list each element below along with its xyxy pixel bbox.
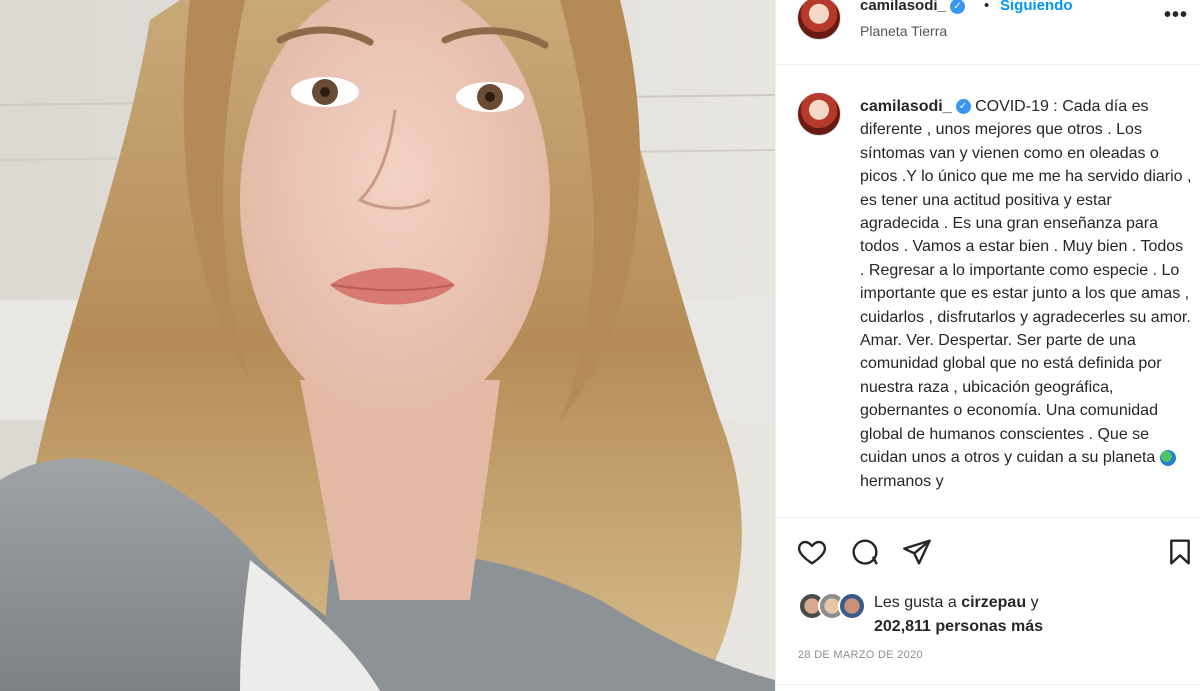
post-image-illustration bbox=[0, 0, 775, 691]
post-photo[interactable] bbox=[0, 0, 775, 691]
post-actions-bar bbox=[776, 517, 1200, 588]
header-separator: • bbox=[984, 0, 990, 14]
post-sidebar: camilasodi_ ✓ • Siguiendo Planeta Tierra … bbox=[775, 0, 1200, 691]
comment-icon[interactable] bbox=[849, 536, 883, 570]
liker-avatar[interactable] bbox=[838, 592, 866, 620]
caption-avatar[interactable] bbox=[797, 92, 841, 136]
likes-count[interactable]: 202,811 personas más bbox=[874, 618, 1043, 636]
post-date[interactable]: 28 DE MARZO DE 2020 bbox=[798, 649, 923, 661]
likes-prefix: Les gusta a bbox=[874, 594, 957, 611]
post-location[interactable]: Planeta Tierra bbox=[860, 23, 947, 39]
following-button[interactable]: Siguiendo bbox=[1000, 0, 1073, 14]
globe-emoji-icon bbox=[1159, 449, 1176, 466]
author-avatar[interactable] bbox=[797, 0, 841, 40]
caption: camilasodi_ ✓ COVID-19 : Cada día es dife… bbox=[860, 95, 1192, 493]
divider bbox=[776, 684, 1200, 685]
likes-line: Les gusta a cirzepau y bbox=[874, 594, 1039, 612]
verified-badge-icon: ✓ bbox=[949, 0, 965, 14]
likes-summary: Les gusta a cirzepau y 202,811 personas … bbox=[798, 590, 1198, 640]
more-options-icon[interactable]: ••• bbox=[1164, 4, 1188, 27]
caption-text-continued: hermanos y bbox=[860, 472, 944, 490]
send-icon[interactable] bbox=[901, 536, 935, 570]
liker-username[interactable]: cirzepau bbox=[961, 594, 1026, 611]
author-username[interactable]: camilasodi_ ✓ bbox=[860, 0, 965, 14]
bookmark-icon[interactable] bbox=[1164, 536, 1198, 570]
caption-username[interactable]: camilasodi_ bbox=[860, 98, 952, 115]
heart-icon[interactable] bbox=[796, 536, 830, 570]
author-username-text[interactable]: camilasodi_ bbox=[860, 0, 946, 14]
post-header: camilasodi_ ✓ • Siguiendo Planeta Tierra … bbox=[776, 0, 1200, 65]
caption-verified-badge-icon: ✓ bbox=[955, 99, 971, 115]
likes-connector: y bbox=[1030, 594, 1039, 611]
comments-scroll-area[interactable]: camilasodi_ ✓ COVID-19 : Cada día es dife… bbox=[776, 65, 1200, 517]
caption-text: COVID-19 : Cada día es diferente , unos … bbox=[860, 98, 1192, 467]
